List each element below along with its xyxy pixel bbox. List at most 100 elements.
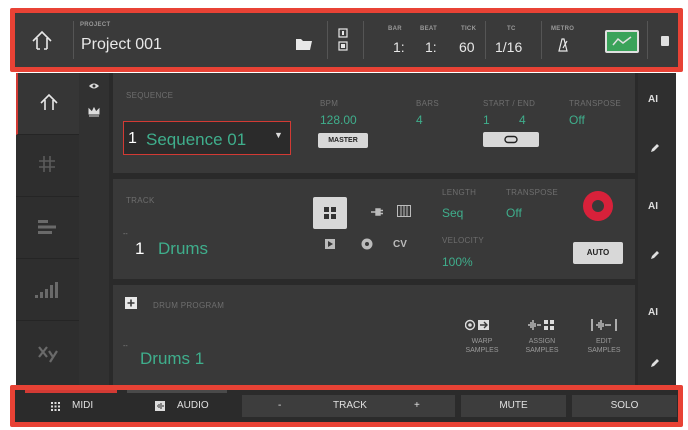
divider [363,21,364,59]
text-size-button[interactable]: AI [648,307,658,318]
velocity-value[interactable]: 100% [442,255,473,269]
audio-button[interactable]: AUDIO [127,395,227,417]
bottom-bar-frame: MIDI AUDIO - TRACK + MUTE SOLO [10,385,683,427]
sidebar-item-xy[interactable] [16,321,79,383]
drum-type-button[interactable] [313,197,347,229]
keyboard-icon[interactable] [397,205,411,217]
track-label: TRACK [126,196,155,205]
midi-active-indicator [25,390,117,393]
sequence-select[interactable]: 1 Sequence 01 ▼ [123,121,291,155]
loop-button[interactable] [483,132,539,147]
track-transpose-value[interactable]: Off [506,206,522,220]
divider [327,21,328,59]
crown-icon[interactable] [88,107,100,117]
track-minus-button[interactable]: - [278,395,281,417]
edit-sample-icon [591,319,617,331]
mute-button[interactable]: MUTE [461,395,566,417]
sequence-panel: SEQUENCE 1 Sequence 01 ▼ BPM 128.00 MAST… [113,73,635,173]
hash-icon [39,156,55,172]
bars-label: BARS [416,99,439,108]
track-name[interactable]: Drums [158,239,208,259]
bar-value[interactable]: 1: [393,39,405,55]
audio-icon [155,401,165,411]
sidebar-item-mixer[interactable] [16,259,79,321]
text-size-label: A [648,307,656,318]
pencil-icon[interactable] [650,143,660,153]
auto-button[interactable]: AUTO [573,242,623,264]
clip-icon[interactable] [325,239,335,249]
bpm-label: BPM [320,99,339,108]
divider [647,21,648,59]
warp-samples-button[interactable]: WARP SAMPLES [457,315,507,365]
tc-label: TC [507,26,516,32]
tick-value[interactable]: 60 [459,39,475,55]
right-tools: AI AI AI [638,73,676,386]
track-plus-button[interactable]: + [414,395,420,417]
solo-button[interactable]: SOLO [572,395,677,417]
sequence-name: Sequence 01 [146,130,247,149]
metronome-icon[interactable] [556,38,570,52]
top-bar-frame: PROJECT Project 001 BAR 1: BEAT 1: TICK … [10,8,683,72]
assign-samples-label: ASSIGN SAMPLES [525,338,559,354]
sidebar [16,73,79,386]
save-icon[interactable] [337,27,349,53]
assign-icon [528,320,554,330]
end-value[interactable]: 4 [519,113,526,127]
plugin-icon[interactable] [361,238,373,250]
beat-value[interactable]: 1: [425,39,437,55]
home-icon [40,93,58,110]
main-area: SEQUENCE 1 Sequence 01 ▼ BPM 128.00 MAST… [16,73,676,386]
pads-icon [324,207,336,219]
velocity-label: VELOCITY [442,236,484,245]
sequence-label: SEQUENCE [126,91,174,100]
text-size-label: A [648,201,656,212]
project-name[interactable]: Project 001 [81,36,162,54]
divider [541,21,542,59]
audio-label: AUDIO [177,400,209,411]
pencil-icon[interactable] [650,358,660,368]
levels-icon [35,282,58,298]
sidebar-item-list[interactable] [16,197,79,259]
program-label: DRUM PROGRAM [153,301,225,310]
program-name[interactable]: Drums 1 [140,349,204,369]
project-label: PROJECT [80,22,111,28]
text-size-button[interactable]: AI [648,201,658,212]
track-panel: TRACK -- 1 Drums CV LENGTH Seq TRANSPOSE… [113,179,635,279]
edit-samples-label: EDIT SAMPLES [587,338,621,354]
bottom-bar: MIDI AUDIO - TRACK + MUTE SOLO [15,390,678,422]
plus-icon[interactable] [125,297,137,309]
midi-button[interactable]: MIDI [25,395,117,417]
metronome-toggle-button[interactable] [605,30,639,53]
menu-icon[interactable] [661,36,669,46]
bpm-value[interactable]: 128.00 [320,113,357,127]
cv-button[interactable]: CV [393,239,407,250]
sidebar-item-main[interactable] [16,73,79,135]
home-icon[interactable] [29,27,55,53]
warp-samples-label: WARP SAMPLES [465,338,499,354]
length-label: LENGTH [442,188,477,197]
folder-icon[interactable] [295,37,313,51]
bars-value[interactable]: 4 [416,113,423,127]
text-size-button[interactable]: AI [648,94,658,105]
start-value[interactable]: 1 [483,113,490,127]
length-value[interactable]: Seq [442,206,463,220]
tc-value[interactable]: 1/16 [495,39,522,55]
track-selector-label: TRACK [333,400,367,411]
text-size-label: A [648,94,656,105]
plug-icon[interactable] [371,207,383,217]
assign-samples-button[interactable]: ASSIGN SAMPLES [517,315,567,365]
bar-label: BAR [388,26,402,32]
panels: SEQUENCE 1 Sequence 01 ▼ BPM 128.00 MAST… [113,73,635,386]
pencil-icon[interactable] [650,250,660,260]
sidebar-item-grid[interactable] [16,135,79,197]
edit-samples-button[interactable]: EDIT SAMPLES [579,315,629,365]
grid-icon [51,402,60,411]
master-button[interactable]: MASTER [318,133,368,148]
eye-icon[interactable] [88,82,100,90]
divider [485,21,486,59]
track-dashes: -- [123,231,128,238]
chevron-down-icon: ▼ [274,130,283,140]
loop-icon [504,135,518,144]
record-arm-button[interactable] [583,191,613,221]
seq-transpose-value[interactable]: Off [569,113,585,127]
